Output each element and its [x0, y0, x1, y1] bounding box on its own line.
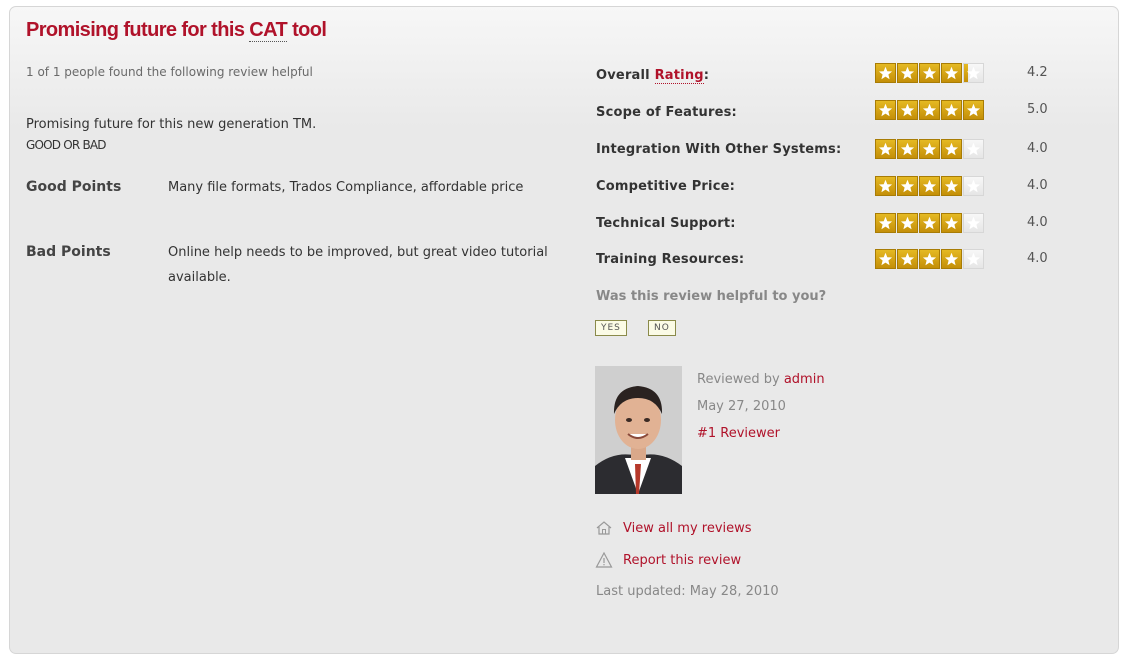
rating-label-scope: Scope of Features: [596, 105, 737, 120]
star-icon [941, 100, 962, 120]
score-scope: 5.0 [1027, 102, 1048, 117]
score-integration: 4.0 [1027, 141, 1048, 156]
star-icon [875, 139, 896, 159]
bad-points-label: Bad Points [26, 244, 111, 260]
star-icon [941, 139, 962, 159]
good-points-label: Good Points [26, 179, 122, 195]
star-icon [919, 63, 940, 83]
star-icon [941, 213, 962, 233]
score-overall: 4.2 [1027, 65, 1048, 80]
stars-overall [875, 63, 984, 83]
warning-icon [595, 551, 613, 568]
score-support: 4.0 [1027, 215, 1048, 230]
star-icon [919, 213, 940, 233]
reviewer-photo [595, 366, 682, 494]
star-icon [919, 100, 940, 120]
reviewed-by: Reviewed by admin [697, 372, 825, 387]
stars-integration [875, 139, 984, 159]
star-icon [875, 213, 896, 233]
rating-link[interactable]: Rating [654, 68, 704, 84]
star-icon [941, 249, 962, 269]
rating-label-support: Technical Support: [596, 216, 736, 231]
helpful-count: 1 of 1 people found the following review… [26, 65, 313, 79]
star-icon [875, 249, 896, 269]
star-icon [897, 63, 918, 83]
stars-support [875, 213, 984, 233]
rating-label-training: Training Resources: [596, 252, 745, 267]
rating-label-overall: Overall Rating: [596, 68, 710, 84]
star-icon [963, 100, 984, 120]
star-icon [897, 249, 918, 269]
score-training: 4.0 [1027, 251, 1048, 266]
star-icon [963, 249, 984, 269]
review-title: Promising future for this CAT tool [26, 19, 327, 42]
cat-abbreviation: CAT [249, 19, 288, 42]
star-icon [963, 63, 984, 83]
review-summary-tag: GOOD OR BAD [26, 138, 107, 152]
star-icon [897, 213, 918, 233]
review-summary: Promising future for this new generation… [26, 117, 317, 132]
view-all-reviews-link[interactable]: View all my reviews [595, 519, 752, 537]
star-icon [875, 100, 896, 120]
reviewer-name-link[interactable]: admin [784, 372, 825, 387]
star-icon [963, 139, 984, 159]
star-icon [963, 176, 984, 196]
star-icon [941, 176, 962, 196]
bad-points-text: Online help needs to be improved, but gr… [168, 245, 548, 285]
star-icon [875, 176, 896, 196]
good-points-text: Many file formats, Trados Compliance, af… [168, 180, 524, 195]
review-date: May 27, 2010 [697, 399, 786, 414]
reviewer-rank[interactable]: #1 Reviewer [697, 426, 780, 441]
stars-scope [875, 100, 984, 120]
rating-label-price: Competitive Price: [596, 179, 736, 194]
star-icon [919, 176, 940, 196]
score-price: 4.0 [1027, 178, 1048, 193]
star-icon [919, 139, 940, 159]
star-icon [897, 100, 918, 120]
home-icon [596, 521, 612, 535]
report-review-link[interactable]: Report this review [595, 551, 741, 569]
star-icon [963, 213, 984, 233]
helpful-question: Was this review helpful to you? [596, 289, 827, 304]
star-icon [897, 176, 918, 196]
star-icon [875, 63, 896, 83]
stars-training [875, 249, 984, 269]
star-icon [919, 249, 940, 269]
reviewer-avatar[interactable] [595, 366, 682, 494]
view-all-reviews-label: View all my reviews [623, 520, 752, 536]
star-icon [941, 63, 962, 83]
report-review-label: Report this review [623, 552, 742, 568]
stars-price [875, 176, 984, 196]
no-button[interactable]: NO [648, 320, 676, 336]
star-icon [897, 139, 918, 159]
rating-label-integration: Integration With Other Systems: [596, 142, 842, 157]
last-updated: Last updated: May 28, 2010 [596, 584, 779, 599]
yes-button[interactable]: YES [595, 320, 627, 336]
